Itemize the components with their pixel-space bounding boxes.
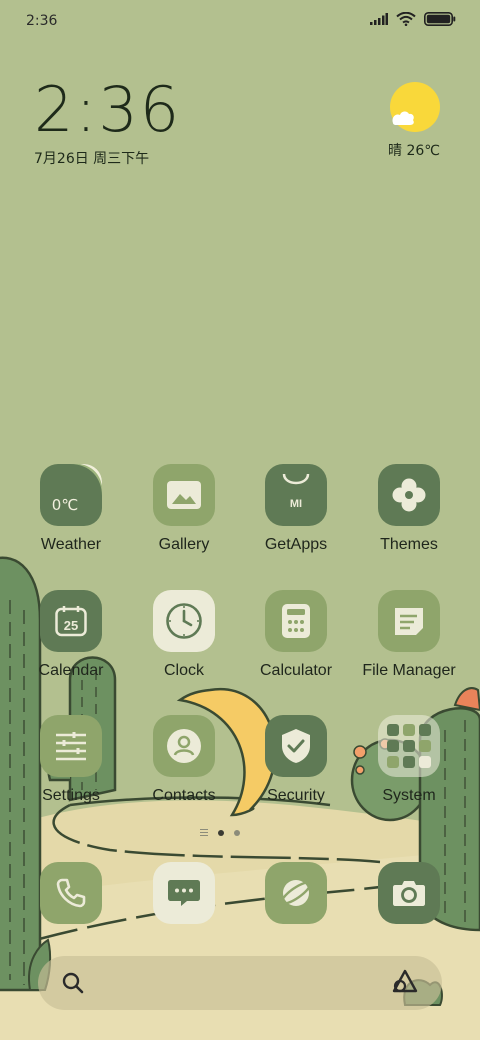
feed-page-indicator[interactable] xyxy=(200,829,208,836)
app-calculator[interactable]: Calculator xyxy=(240,590,352,700)
date-label: 7月26日 周三下午 xyxy=(34,151,150,167)
app-getapps[interactable]: MI GetApps xyxy=(240,464,352,574)
app-label: GetApps xyxy=(264,536,328,553)
app-label: File Manager xyxy=(362,662,456,679)
camera-icon xyxy=(378,862,440,924)
contacts-icon xyxy=(153,715,215,777)
search-icon[interactable] xyxy=(62,972,84,994)
status-bar: 2:36 xyxy=(0,0,480,42)
signal-icon xyxy=(370,13,388,25)
weather-icon: 0℃ xyxy=(40,464,102,526)
dock-browser[interactable] xyxy=(265,862,327,924)
browser-icon xyxy=(265,862,327,924)
search-bar[interactable] xyxy=(38,956,442,1010)
app-label: Security xyxy=(267,787,325,804)
file-manager-icon xyxy=(378,590,440,652)
assistant-icon[interactable] xyxy=(390,968,420,996)
app-clock[interactable]: Clock xyxy=(128,590,240,700)
clock-time: 2:36 xyxy=(34,73,182,146)
app-label: System xyxy=(382,787,436,804)
app-label: Settings xyxy=(42,787,100,804)
app-label: Weather xyxy=(40,536,102,553)
app-label: Calendar xyxy=(38,662,104,679)
dock-phone[interactable] xyxy=(40,862,102,924)
gallery-icon xyxy=(153,464,215,526)
app-file-manager[interactable]: File Manager xyxy=(353,590,465,700)
security-icon xyxy=(265,715,327,777)
app-label: Contacts xyxy=(152,787,216,804)
app-label: Gallery xyxy=(158,536,210,553)
sun-cloud-icon xyxy=(390,82,440,132)
weather-text: 晴 26℃ xyxy=(388,143,440,159)
app-contacts[interactable]: Contacts xyxy=(128,715,240,825)
themes-icon xyxy=(378,464,440,526)
app-settings[interactable]: Settings xyxy=(15,715,127,825)
calculator-icon xyxy=(265,590,327,652)
calendar-day: 25 xyxy=(63,617,79,633)
page-dot[interactable] xyxy=(234,829,240,836)
page-dot-current[interactable] xyxy=(218,829,224,836)
battery-icon xyxy=(424,12,456,26)
messages-icon xyxy=(153,862,215,924)
app-themes[interactable]: Themes xyxy=(353,464,465,574)
settings-icon xyxy=(40,715,102,777)
status-icons xyxy=(370,12,456,26)
getapps-icon: MI xyxy=(265,464,327,526)
folder-icon xyxy=(378,715,440,777)
app-label: Clock xyxy=(163,662,204,679)
app-security[interactable]: Security xyxy=(240,715,352,825)
app-label: Calculator xyxy=(259,662,333,679)
clock-icon xyxy=(153,590,215,652)
dock-camera[interactable] xyxy=(378,862,440,924)
weather-widget[interactable]: 晴 26℃ xyxy=(382,82,446,160)
dock-messages[interactable] xyxy=(153,862,215,924)
app-calendar[interactable]: 25 Calendar xyxy=(15,590,127,700)
status-time: 2:36 xyxy=(26,13,58,29)
phone-icon xyxy=(40,862,102,924)
wifi-icon xyxy=(396,12,416,26)
clock-widget[interactable]: 2:36 7月26日 周三下午 xyxy=(34,78,181,168)
page-indicator[interactable] xyxy=(200,829,240,836)
app-weather[interactable]: 0℃ Weather xyxy=(15,464,127,574)
app-label: Themes xyxy=(380,536,438,553)
getapps-mi-text: MI xyxy=(289,498,303,510)
calendar-icon: 25 xyxy=(40,590,102,652)
weather-icon-temp: 0℃ xyxy=(51,496,79,514)
app-folder-system[interactable]: System xyxy=(353,715,465,825)
app-gallery[interactable]: Gallery xyxy=(128,464,240,574)
